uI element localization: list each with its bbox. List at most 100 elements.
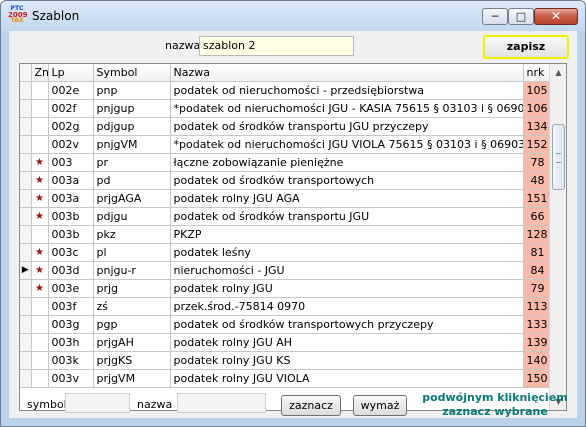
nazwa-cell[interactable]: *podatek od nieruchomości JGU - KASIA 75… [170,99,524,118]
table-row[interactable]: 002e pnp podatek od nieruchomości - przeds… [20,81,550,100]
symbol-cell[interactable]: pr [93,153,171,172]
zn-cell[interactable] [31,99,49,118]
nrk-cell[interactable]: 48 [523,171,550,190]
nrk-cell[interactable]: 66 [523,207,550,226]
symbol-filter-input[interactable] [65,393,130,413]
symbol-cell[interactable]: pkz [93,225,171,244]
lp-cell[interactable]: 003 [48,153,94,172]
zn-cell[interactable] [31,369,49,388]
nazwa-cell[interactable]: podatek leśny [170,243,524,262]
row-indicator[interactable] [20,351,32,370]
nazwa-cell[interactable]: podatek od środków transportu JGU przycz… [170,117,524,136]
nrk-cell[interactable]: 140 [523,351,550,370]
table-row[interactable]: 003f zś przek.środ.-75814 0970 113 [20,297,550,316]
table-row[interactable]: 002f pnjgup *podatek od nieruchomości JGU … [20,99,550,118]
nazwa-cell[interactable]: podatek rolny JGU AGA [170,189,524,208]
table-row[interactable]: ▶ ★ 003d pnjgu-r nieruchomości - JGU 84 [20,261,550,280]
vertical-scrollbar[interactable]: ▲ ▼ [549,64,566,410]
nrk-cell[interactable]: 106 [523,99,550,118]
symbol-cell[interactable]: pdjgu [93,207,171,226]
table-row[interactable]: 003g pgp podatek od środków transportowych… [20,315,550,334]
row-indicator[interactable] [20,99,32,118]
table-row[interactable]: 003b pkz PKZP 128 [20,225,550,244]
zn-cell[interactable]: ★ [31,261,49,280]
zn-cell[interactable] [31,135,49,154]
column-header-lp[interactable]: Lp [48,64,94,82]
symbol-cell[interactable]: pnjgup [93,99,171,118]
row-indicator[interactable] [20,171,32,190]
table-row[interactable]: ★ 003c pl podatek leśny 81 [20,243,550,262]
lp-cell[interactable]: 002f [48,99,94,118]
column-header-nrk[interactable]: nrk [523,64,550,82]
row-indicator[interactable] [20,297,32,316]
row-indicator[interactable] [20,243,32,262]
nazwa-cell[interactable]: przek.środ.-75814 0970 [170,297,524,316]
table-row[interactable]: 003v prjgVM podatek rolny JGU VIOLA 150 [20,369,550,388]
table-row[interactable]: ★ 003a pd podatek od środków transportowych… [20,171,550,190]
zn-cell[interactable] [31,351,49,370]
zn-cell[interactable]: ★ [31,243,49,262]
nrk-cell[interactable]: 133 [523,315,550,334]
symbol-cell[interactable]: prjgAGA [93,189,171,208]
nrk-cell[interactable]: 134 [523,117,550,136]
nazwa-cell[interactable]: podatek rolny JGU [170,279,524,298]
lp-cell[interactable]: 002e [48,81,94,100]
clear-button[interactable]: wymaż [353,395,407,416]
symbol-cell[interactable]: pdjgup [93,117,171,136]
nrk-cell[interactable]: 151 [523,189,550,208]
lp-cell[interactable]: 003d [48,261,94,280]
lp-cell[interactable]: 003a [48,189,94,208]
table-row[interactable]: ★ 003a prjgAGA podatek rolny JGU AGA 151 [20,189,550,208]
table-row[interactable]: ★ 003e prjg podatek rolny JGU 79 [20,279,550,298]
lp-cell[interactable]: 003c [48,243,94,262]
row-indicator[interactable] [20,135,32,154]
nazwa-cell[interactable]: *podatek od nieruchomości JGU VIOLA 7561… [170,135,524,154]
lp-cell[interactable]: 003k [48,351,94,370]
zn-cell[interactable]: ★ [31,207,49,226]
nazwa-cell[interactable]: podatek rolny JGU VIOLA [170,369,524,388]
nrk-cell[interactable]: 150 [523,369,550,388]
nazwa-cell[interactable]: podatek od środków transportowych przycz… [170,315,524,334]
table-row[interactable]: 002g pdjgup podatek od środków transportu … [20,117,550,136]
scroll-up-icon[interactable]: ▲ [550,64,566,81]
symbol-cell[interactable]: prjgVM [93,369,171,388]
nazwa-cell[interactable]: łączne zobowiązanie pieniężne [170,153,524,172]
nrk-cell[interactable]: 81 [523,243,550,262]
row-indicator[interactable] [20,369,32,388]
row-indicator[interactable] [20,225,32,244]
zn-cell[interactable]: ★ [31,171,49,190]
table-row[interactable]: 002v pnjgVM *podatek od nieruchomości JGU … [20,135,550,154]
lp-cell[interactable]: 002g [48,117,94,136]
symbol-cell[interactable]: zś [93,297,171,316]
zn-cell[interactable] [31,297,49,316]
lp-cell[interactable]: 003e [48,279,94,298]
zn-cell[interactable] [31,315,49,334]
lp-cell[interactable]: 003h [48,333,94,352]
nrk-cell[interactable]: 79 [523,279,550,298]
save-button[interactable]: zapisz [483,35,569,59]
symbol-cell[interactable]: pnjgu-r [93,261,171,280]
select-button[interactable]: zaznacz [281,395,341,416]
nazwa-cell[interactable]: podatek rolny JGU KS [170,351,524,370]
lp-cell[interactable]: 003b [48,207,94,226]
nrk-cell[interactable]: 113 [523,297,550,316]
lp-cell[interactable]: 003g [48,315,94,334]
nazwa-cell[interactable]: podatek rolny JGU AH [170,333,524,352]
lp-cell[interactable]: 003b [48,225,94,244]
template-name-input[interactable]: szablon 2 [199,36,354,56]
maximize-button[interactable]: □ [508,8,534,25]
row-indicator[interactable] [20,207,32,226]
column-header-zn[interactable]: Zn [31,64,49,82]
zn-cell[interactable]: ★ [31,189,49,208]
zn-cell[interactable] [31,333,49,352]
zn-cell[interactable] [31,117,49,136]
title-bar[interactable]: PTC 2009 TAX Szablon ─ □ ✕ [1,1,585,31]
nazwa-cell[interactable]: nieruchomości - JGU [170,261,524,280]
nazwa-filter-input[interactable] [177,393,266,413]
nazwa-cell[interactable]: podatek od środków transportowych [170,171,524,190]
row-indicator[interactable] [20,81,32,100]
nrk-cell[interactable]: 139 [523,333,550,352]
nazwa-cell[interactable]: podatek od środków transportu JGU [170,207,524,226]
table-row[interactable]: ★ 003b pdjgu podatek od środków transportu … [20,207,550,226]
nrk-cell[interactable]: 128 [523,225,550,244]
